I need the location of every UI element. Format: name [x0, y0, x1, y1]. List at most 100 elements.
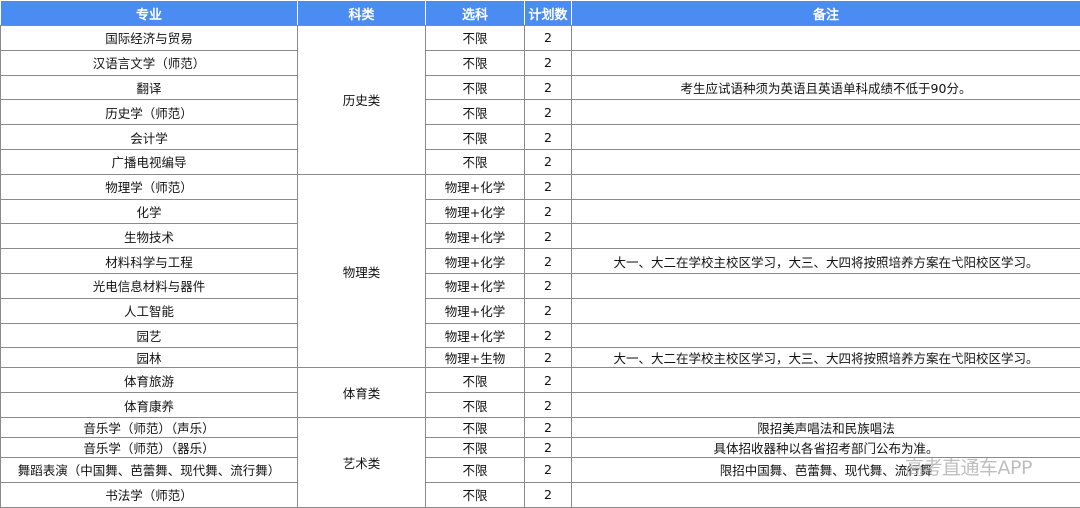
table-row: 汉语言文学（师范） 不限 2 — [1, 50, 1080, 75]
major-cell: 广播电视编导 — [1, 149, 298, 174]
quota-cell: 2 — [525, 323, 572, 348]
header-major: 专业 — [1, 1, 298, 26]
remark-cell — [572, 149, 1080, 174]
remark-cell — [572, 368, 1080, 393]
subject-cell: 不限 — [426, 437, 525, 457]
table-row: 翻译 不限 2 考生应试语种须为英语且英语单科成绩不低于90分。 — [1, 75, 1080, 100]
table-row: 历史学（师范） 不限 2 — [1, 100, 1080, 125]
major-cell: 园艺 — [1, 323, 298, 348]
table-row: 光电信息材料与器件 物理+化学 2 — [1, 273, 1080, 298]
subject-cell: 不限 — [426, 417, 525, 437]
major-cell: 舞蹈表演（中国舞、芭蕾舞、现代舞、流行舞） — [1, 457, 298, 482]
subject-cell: 物理+化学 — [426, 249, 525, 274]
subject-cell: 不限 — [426, 368, 525, 393]
quota-cell: 2 — [525, 457, 572, 482]
remark-cell — [572, 393, 1080, 418]
subject-cell: 物理+化学 — [426, 199, 525, 224]
subject-cell: 不限 — [426, 26, 525, 51]
table-row: 国际经济与贸易 历史类 不限 2 — [1, 26, 1080, 51]
major-cell: 翻译 — [1, 75, 298, 100]
remark-cell — [572, 100, 1080, 125]
table-row: 园林 物理+生物 2 大一、大二在学校主校区学习，大三、大四将按照培养方案在弋阳… — [1, 348, 1080, 368]
header-category: 科类 — [298, 1, 426, 26]
header-subject: 选科 — [426, 1, 525, 26]
quota-cell: 2 — [525, 50, 572, 75]
quota-cell: 2 — [525, 26, 572, 51]
table-row: 体育旅游 体育类 不限 2 — [1, 368, 1080, 393]
subject-cell: 不限 — [426, 457, 525, 482]
subject-cell: 物理+化学 — [426, 323, 525, 348]
remark-cell — [572, 174, 1080, 199]
quota-cell: 2 — [525, 437, 572, 457]
remark-cell: 限招美声唱法和民族唱法 — [572, 417, 1080, 437]
remark-cell — [572, 298, 1080, 323]
header-remark: 备注 — [572, 1, 1080, 26]
major-cell: 化学 — [1, 199, 298, 224]
table-row: 音乐学（师范）（声乐） 艺术类 不限 2 限招美声唱法和民族唱法 — [1, 417, 1080, 437]
remark-cell — [572, 199, 1080, 224]
major-cell: 汉语言文学（师范） — [1, 50, 298, 75]
quota-cell: 2 — [525, 417, 572, 437]
table-row: 园艺 物理+化学 2 — [1, 323, 1080, 348]
major-cell: 体育康养 — [1, 393, 298, 418]
quota-cell: 2 — [525, 482, 572, 507]
subject-cell: 不限 — [426, 100, 525, 125]
quota-cell: 2 — [525, 249, 572, 274]
remark-cell: 大一、大二在学校主校区学习，大三、大四将按照培养方案在弋阳校区学习。 — [572, 348, 1080, 368]
subject-cell: 不限 — [426, 393, 525, 418]
remark-cell — [572, 273, 1080, 298]
major-cell: 音乐学（师范）（声乐） — [1, 417, 298, 437]
quota-cell: 2 — [525, 368, 572, 393]
remark-cell: 限招中国舞、芭蕾舞、现代舞、流行舞 — [572, 457, 1080, 482]
remark-cell: 考生应试语种须为英语且英语单科成绩不低于90分。 — [572, 75, 1080, 100]
header-row: 专业 科类 选科 计划数 备注 — [1, 1, 1080, 26]
subject-cell: 物理+化学 — [426, 174, 525, 199]
table-row: 会计学 不限 2 — [1, 125, 1080, 150]
quota-cell: 2 — [525, 100, 572, 125]
table-row: 体育康养 不限 2 — [1, 393, 1080, 418]
subject-cell: 不限 — [426, 75, 525, 100]
subject-cell: 不限 — [426, 482, 525, 507]
quota-cell: 2 — [525, 298, 572, 323]
major-cell: 体育旅游 — [1, 368, 298, 393]
table-row: 材料科学与工程 物理+化学 2 大一、大二在学校主校区学习，大三、大四将按照培养… — [1, 249, 1080, 274]
quota-cell: 2 — [525, 149, 572, 174]
subject-cell: 物理+化学 — [426, 224, 525, 249]
remark-cell — [572, 482, 1080, 507]
remark-cell — [572, 323, 1080, 348]
subject-cell: 不限 — [426, 125, 525, 150]
remark-cell — [572, 125, 1080, 150]
remark-cell — [572, 50, 1080, 75]
quota-cell: 2 — [525, 174, 572, 199]
quota-cell: 2 — [525, 75, 572, 100]
quota-cell: 2 — [525, 199, 572, 224]
remark-cell — [572, 26, 1080, 51]
subject-cell: 不限 — [426, 149, 525, 174]
major-cell: 生物技术 — [1, 224, 298, 249]
major-cell: 园林 — [1, 348, 298, 368]
major-cell: 人工智能 — [1, 298, 298, 323]
category-cell-physics: 物理类 — [298, 174, 426, 368]
table-row: 舞蹈表演（中国舞、芭蕾舞、现代舞、流行舞） 不限 2 限招中国舞、芭蕾舞、现代舞… — [1, 457, 1080, 482]
quota-cell: 2 — [525, 125, 572, 150]
major-cell: 光电信息材料与器件 — [1, 273, 298, 298]
major-cell: 材料科学与工程 — [1, 249, 298, 274]
major-cell: 国际经济与贸易 — [1, 26, 298, 51]
remark-cell: 大一、大二在学校主校区学习，大三、大四将按照培养方案在弋阳校区学习。 — [572, 249, 1080, 274]
table-row: 生物技术 物理+化学 2 — [1, 224, 1080, 249]
remark-cell — [572, 224, 1080, 249]
table-row: 化学 物理+化学 2 — [1, 199, 1080, 224]
enrollment-table: 专业 科类 选科 计划数 备注 国际经济与贸易 历史类 不限 2 汉语言文学（师… — [0, 0, 1080, 508]
quota-cell: 2 — [525, 393, 572, 418]
table-row: 人工智能 物理+化学 2 — [1, 298, 1080, 323]
table-row: 音乐学（师范）（器乐） 不限 2 具体招收器种以各省招考部门公布为准。 — [1, 437, 1080, 457]
subject-cell: 物理+化学 — [426, 273, 525, 298]
subject-cell: 物理+生物 — [426, 348, 525, 368]
subject-cell: 不限 — [426, 50, 525, 75]
major-cell: 历史学（师范） — [1, 100, 298, 125]
subject-cell: 物理+化学 — [426, 298, 525, 323]
category-cell-arts: 艺术类 — [298, 417, 426, 507]
major-cell: 书法学（师范） — [1, 482, 298, 507]
category-cell-sports: 体育类 — [298, 368, 426, 418]
quota-cell: 2 — [525, 348, 572, 368]
